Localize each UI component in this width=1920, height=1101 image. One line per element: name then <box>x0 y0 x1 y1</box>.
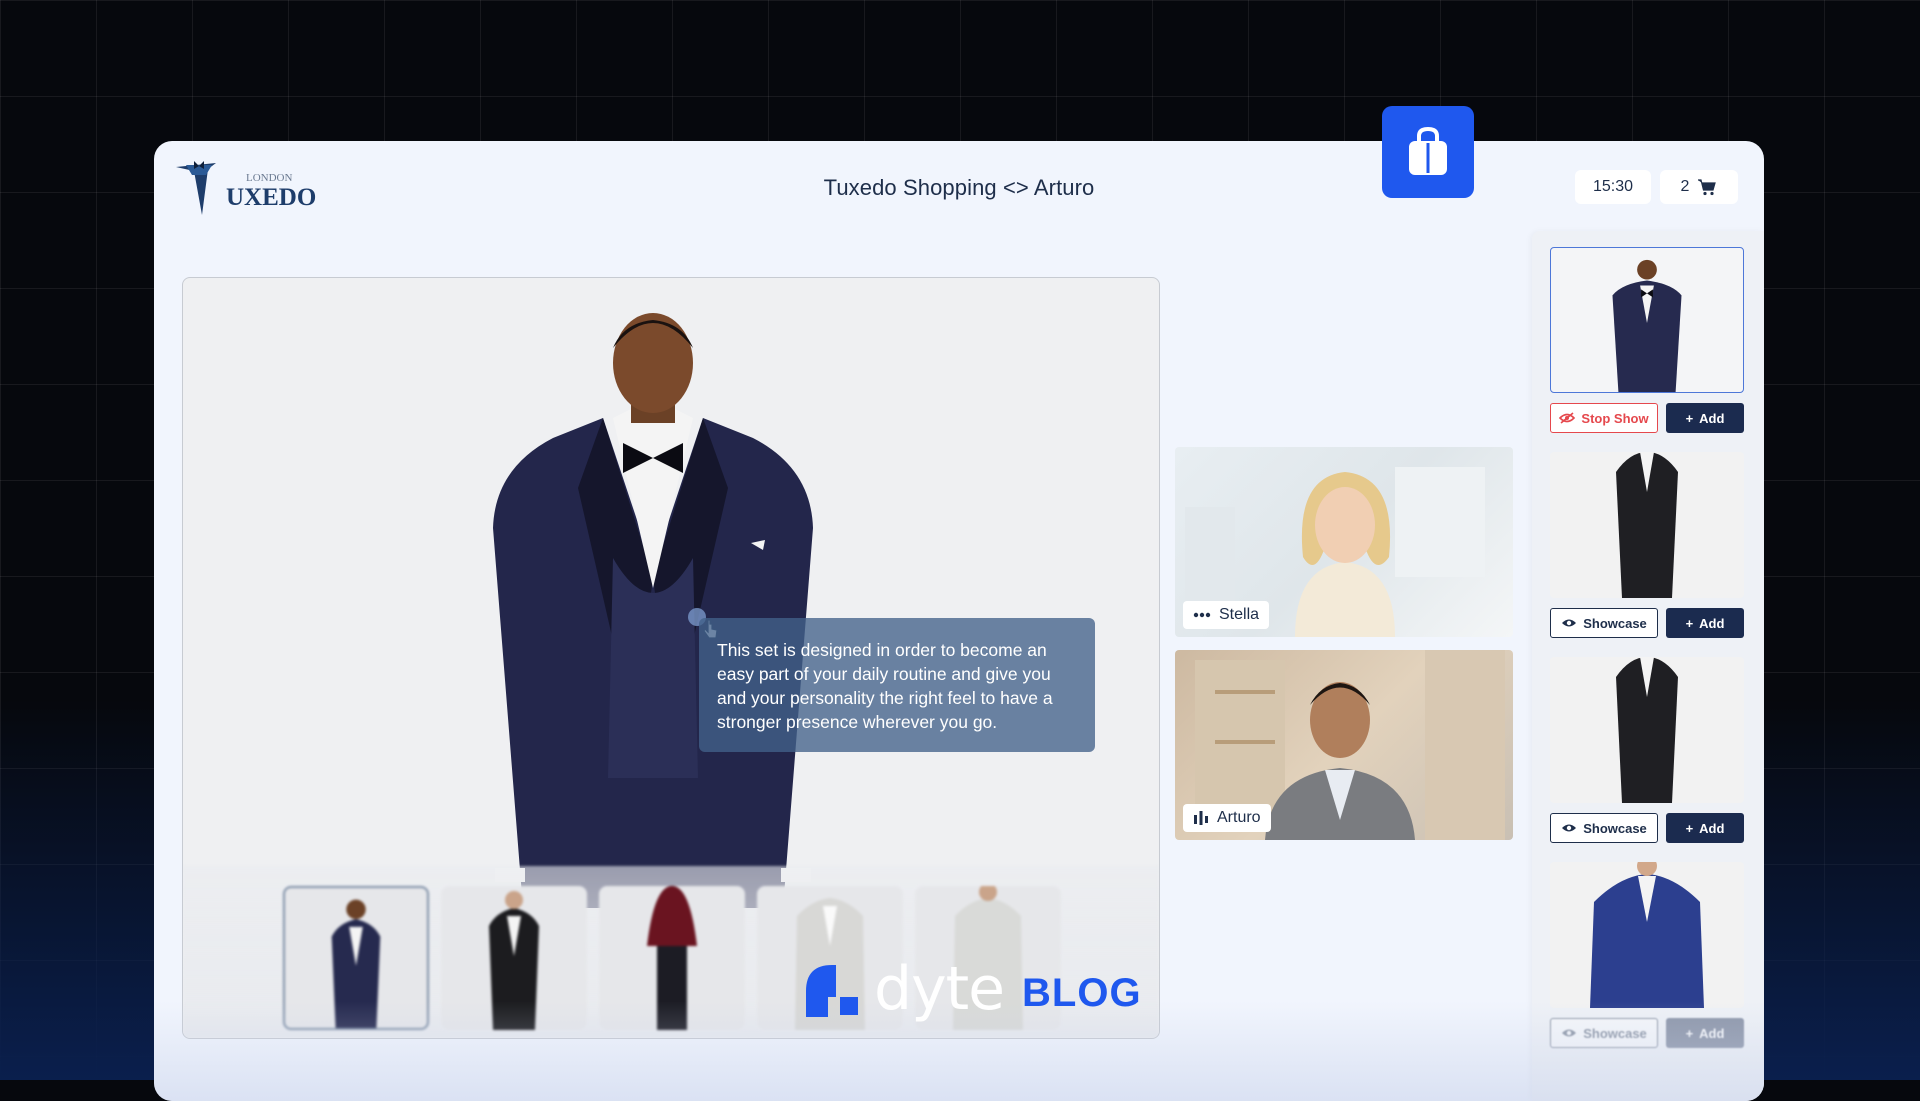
product-card: Showcase + Add <box>1550 862 1744 1048</box>
participant-video-stella[interactable]: Stella <box>1175 447 1513 637</box>
tooltip-text: This set is designed in order to become … <box>717 640 1053 732</box>
eye-off-icon <box>1559 412 1576 424</box>
participant-video-arturo[interactable]: Arturo <box>1175 650 1513 840</box>
eye-icon <box>1562 619 1577 627</box>
page-title: Tuxedo Shopping <> Arturo <box>823 175 1095 200</box>
product-card: Showcase + Add <box>1550 452 1744 638</box>
audio-level-icon <box>1194 811 1208 825</box>
more-dots-icon <box>1193 612 1211 618</box>
product-description-tooltip: This set is designed in order to become … <box>699 618 1095 752</box>
add-label: Add <box>1699 1025 1725 1041</box>
product-image[interactable] <box>1550 247 1744 393</box>
add-label: Add <box>1699 615 1725 631</box>
plus-icon: + <box>1685 820 1694 836</box>
product-image[interactable] <box>1550 862 1744 1008</box>
add-to-cart-button[interactable]: + Add <box>1666 813 1744 843</box>
participant-name: Arturo <box>1217 809 1261 826</box>
product-image[interactable] <box>1550 452 1744 598</box>
cart-icon <box>1698 179 1717 196</box>
stop-show-label: Stop Show <box>1581 410 1649 426</box>
dyte-logo-icon <box>806 965 858 1017</box>
add-to-cart-button[interactable]: + Add <box>1666 1018 1744 1048</box>
thumbnail-item[interactable] <box>283 886 429 1030</box>
participant-name: Stella <box>1219 606 1260 623</box>
product-image[interactable] <box>1550 657 1744 803</box>
shopping-bag-tile <box>1382 106 1474 198</box>
showcase-button[interactable]: Showcase <box>1550 608 1658 638</box>
add-label: Add <box>1699 820 1725 836</box>
eye-icon <box>1562 824 1577 832</box>
showcase-button[interactable]: Showcase <box>1550 813 1658 843</box>
plus-icon: + <box>1685 410 1694 426</box>
participant-name-tag: Arturo <box>1183 804 1271 832</box>
plus-icon: + <box>1685 1025 1694 1041</box>
thumbnail-item[interactable] <box>599 886 745 1030</box>
dyte-blog-brand: dyte BLOG <box>806 954 1142 1024</box>
showcase-label: Showcase <box>1583 820 1647 836</box>
add-to-cart-button[interactable]: + Add <box>1666 608 1744 638</box>
thumbnail-item[interactable] <box>441 886 587 1030</box>
add-to-cart-button[interactable]: + Add <box>1666 403 1744 433</box>
timer-text: 15:30 <box>1592 178 1634 195</box>
showcase-label: Showcase <box>1583 1025 1647 1041</box>
cart-button[interactable]: 2 <box>1660 170 1738 204</box>
tuxedo-model-image <box>493 313 813 908</box>
shopping-bag-icon <box>1409 127 1447 175</box>
brand-suffix: BLOG <box>1022 970 1142 1015</box>
product-card: Showcase + Add <box>1550 657 1744 843</box>
brand-wordmark: dyte <box>874 954 1005 1024</box>
cart-count: 2 <box>1680 178 1690 195</box>
eye-icon <box>1562 1029 1577 1037</box>
showcase-button[interactable]: Showcase <box>1550 1018 1658 1048</box>
product-stage[interactable]: This set is designed in order to become … <box>182 277 1160 1039</box>
participant-name-tag: Stella <box>1183 601 1270 629</box>
plus-icon: + <box>1685 615 1694 631</box>
stop-show-button[interactable]: Stop Show <box>1550 403 1658 433</box>
showcase-label: Showcase <box>1583 615 1647 631</box>
product-sidebar: Stop Show + Add Showcase + Add Showcase … <box>1532 231 1764 1101</box>
session-timer: 15:30 <box>1575 170 1651 204</box>
add-label: Add <box>1699 410 1725 426</box>
product-card: Stop Show + Add <box>1550 247 1744 433</box>
